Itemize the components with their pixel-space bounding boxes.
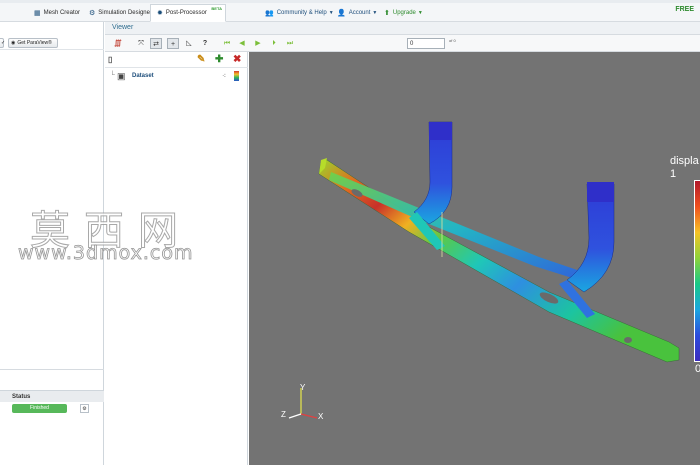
last-frame-icon[interactable]: ⏭ — [284, 38, 296, 49]
colormap-icon[interactable] — [234, 71, 239, 81]
help-icon[interactable]: ? — [199, 38, 211, 49]
status-row: Finished ⚙ — [0, 402, 104, 416]
left-toolbar: ✓ ◉ Get ParaView® — [0, 36, 104, 50]
pencil-icon[interactable]: ✎ — [197, 54, 205, 65]
tab-post-processor[interactable]: ✹ Post-Processor BETA — [150, 4, 226, 22]
community-help-label: Community & Help — [276, 10, 327, 16]
tree-toggle-icon[interactable]: └ — [110, 72, 115, 79]
render-view[interactable]: Y X Z displa 1 0 — [249, 52, 700, 465]
reset-camera-icon[interactable]: ⤧ — [135, 38, 147, 49]
tab-mesh-creator[interactable]: ▦ Mesh Creator — [28, 4, 86, 22]
account-menu[interactable]: 👤 Account ▼ — [337, 4, 377, 22]
user-icon: 👤 — [337, 10, 346, 17]
paraview-logo-icon: ∭ — [114, 40, 122, 47]
community-help-menu[interactable]: 👥 Community & Help ▼ — [265, 4, 334, 22]
upgrade-label: Upgrade — [392, 10, 416, 16]
ruler-icon[interactable]: ◺ — [183, 38, 195, 49]
chevron-down-icon: ▼ — [417, 10, 423, 16]
first-frame-icon[interactable]: ⏮ — [221, 38, 233, 49]
settings-icon[interactable]: ⚙ — [80, 404, 89, 413]
tab-simulation-designer[interactable]: ⚙ Simulation Designer — [83, 4, 158, 22]
axis-x-label: X — [318, 412, 324, 421]
chevron-down-icon: ▼ — [328, 10, 334, 16]
legend-title: displa — [670, 155, 699, 167]
gears-icon: ⚙ — [89, 10, 96, 17]
account-label: Account — [348, 10, 371, 16]
beam-hole — [624, 337, 632, 343]
top-strip — [0, 0, 700, 3]
time-of-label: of 0 — [449, 38, 456, 43]
beta-badge: BETA — [211, 6, 222, 11]
people-icon: 👥 — [265, 10, 274, 17]
previous-frame-icon[interactable]: ◀ — [236, 38, 248, 49]
axis-y-label: Y — [300, 383, 306, 392]
axis-z-label: Z — [281, 410, 286, 419]
legend-max-label: 1 — [670, 168, 677, 180]
top-navigation-bar: ▦ Mesh Creator ⚙ Simulation Designer ✹ P… — [0, 0, 700, 22]
select-icon[interactable]: + — [167, 38, 179, 49]
left-toolbar-button[interactable]: ✓ — [0, 38, 5, 48]
plus-icon[interactable]: ✚ — [215, 54, 223, 65]
file-icon[interactable]: ▯ — [108, 55, 112, 64]
legend-min-label: 0 — [695, 363, 700, 375]
color-legend-bar — [694, 180, 700, 362]
get-paraview-button[interactable]: ◉ Get ParaView® — [8, 38, 58, 48]
status-badge: Finished — [12, 404, 67, 413]
paraview-icon: ◉ — [11, 40, 16, 46]
plan-badge: FREE — [675, 6, 694, 13]
dataset-label: Dataset — [132, 73, 154, 79]
left-post-cap — [429, 122, 452, 140]
close-icon[interactable]: ✖ — [233, 54, 241, 65]
model-render — [288, 121, 680, 419]
time-input[interactable]: 0 — [407, 38, 445, 49]
status-header: Status — [0, 390, 104, 402]
dataset-icon: ▣ — [117, 71, 126, 81]
play-icon[interactable]: ▶ — [252, 38, 264, 49]
viewer-title: Viewer — [105, 22, 700, 35]
upgrade-menu[interactable]: ⬆ Upgrade ▼ — [384, 4, 423, 22]
get-paraview-label: Get ParaView® — [17, 40, 52, 46]
right-post-cap — [587, 182, 614, 202]
next-frame-icon[interactable]: ⏵ — [268, 38, 280, 49]
viewer-toolbar: ∭ ⤧ ⇄ + ◺ ? ⏮ ◀ ▶ ⏵ ⏭ 0 of 0 — [105, 35, 700, 52]
pipeline-toolbar: ▯ ✎ ✚ ✖ — [105, 52, 248, 68]
rotate-icon[interactable]: ⇄ — [150, 38, 162, 49]
tab-label: Simulation Designer — [98, 10, 152, 16]
tab-label: Post-Processor — [165, 10, 207, 16]
arrow-up-icon: ⬆ — [384, 10, 390, 17]
chevron-down-icon: ▼ — [372, 10, 378, 16]
grid-icon: ▦ — [34, 10, 41, 17]
pipeline-item-dataset[interactable]: └ ▣ Dataset ⁖ — [105, 70, 248, 84]
tab-label: Mesh Creator — [43, 10, 80, 16]
gear-icon: ✹ — [157, 10, 163, 17]
points-icon[interactable]: ⁖ — [222, 72, 226, 80]
watermark-url: www.3dmox.com — [18, 242, 194, 265]
panel-divider[interactable] — [0, 369, 104, 375]
